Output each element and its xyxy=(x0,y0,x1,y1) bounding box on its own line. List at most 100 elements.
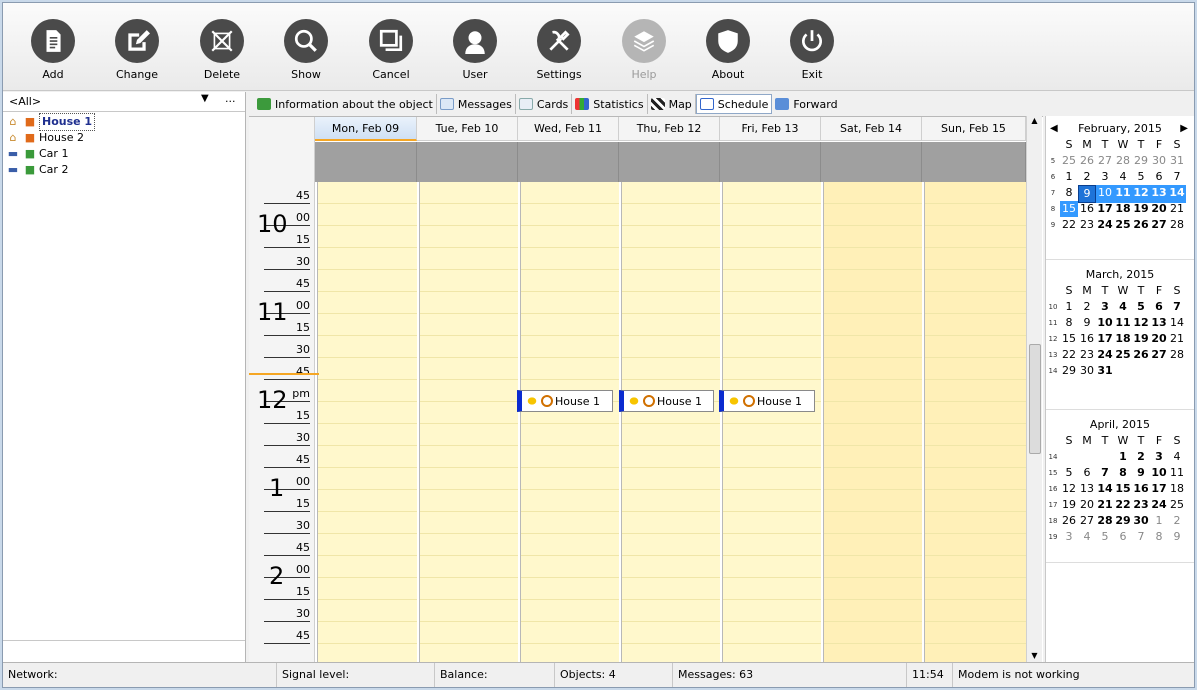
schedule-event[interactable]: House 1 xyxy=(619,390,714,412)
day-column[interactable] xyxy=(821,182,922,662)
delete-icon xyxy=(211,30,233,52)
all-day-area[interactable] xyxy=(922,142,1026,182)
day-header[interactable]: Tue, Feb 10 xyxy=(417,117,518,141)
tools-icon xyxy=(549,30,570,51)
day-column[interactable] xyxy=(922,182,1026,662)
day-column[interactable] xyxy=(518,182,619,662)
forward-arrow-icon xyxy=(775,98,790,110)
add-button[interactable]: Add xyxy=(21,7,85,89)
calendar-week[interactable]: 13 22 23 24 25 26 27 28 xyxy=(1046,347,1194,363)
calendar-week[interactable]: 16 12 13 14 15 16 17 18 xyxy=(1046,481,1194,497)
calendar-title: April, 2015 xyxy=(1089,418,1151,431)
status-signal: Signal level: xyxy=(277,663,435,687)
calendar-week[interactable]: 9 22 23 24 25 26 27 28 xyxy=(1046,217,1194,233)
day-header[interactable]: Wed, Feb 11 xyxy=(518,117,619,141)
car-icon: ▬ xyxy=(7,147,19,160)
calendar-week[interactable]: 18 26 27 28 29 30 1 2 xyxy=(1046,513,1194,529)
dropdown-arrow-icon[interactable]: ▼ xyxy=(201,93,209,104)
help-button[interactable]: Help xyxy=(612,7,676,89)
windows-icon xyxy=(379,29,403,52)
scroll-up-icon[interactable]: ▲ xyxy=(1027,116,1042,128)
calendar-week[interactable]: 19 3 4 5 6 7 8 9 xyxy=(1046,529,1194,545)
tab-cards[interactable]: Cards xyxy=(516,94,573,114)
calendar-title: March, 2015 xyxy=(1085,268,1155,281)
hour-label: 12 xyxy=(257,386,288,414)
day-header[interactable]: Mon, Feb 09 xyxy=(315,117,417,141)
time-label: 45 xyxy=(264,446,310,468)
cancel-button[interactable]: Cancel xyxy=(359,7,423,89)
day-column[interactable] xyxy=(619,182,720,662)
tab-map[interactable]: Map xyxy=(648,94,696,114)
toolbar: Add Change Delete Show Cancel User Setti… xyxy=(3,3,1194,91)
object-filter-value: <All> xyxy=(9,95,42,108)
scrollbar-thumb[interactable] xyxy=(1029,344,1041,454)
filter-more-button[interactable]: ... xyxy=(225,92,236,105)
day-header[interactable]: Sat, Feb 14 xyxy=(821,117,922,141)
show-button[interactable]: Show xyxy=(274,7,338,89)
calendar-week[interactable]: 12 15 16 17 18 19 20 21 xyxy=(1046,331,1194,347)
tab-information[interactable]: Information about the object xyxy=(254,94,437,114)
tab-statistics[interactable]: Statistics xyxy=(572,94,648,114)
change-button[interactable]: Change xyxy=(105,7,169,89)
repeat-icon xyxy=(643,395,655,407)
time-label: 45 xyxy=(264,270,310,292)
exit-button[interactable]: Exit xyxy=(780,7,844,89)
calendar-week[interactable]: 17 19 20 21 22 23 24 25 xyxy=(1046,497,1194,513)
time-ruler: 45 00 15 30 45 00 15 30 45 pm 15 30 45 0… xyxy=(249,182,315,662)
calendar-week[interactable]: 14 1 2 3 4 xyxy=(1046,449,1194,465)
sun-icon xyxy=(627,395,641,407)
house-icon: ⌂ xyxy=(9,131,17,144)
car-icon: ▬ xyxy=(7,163,19,176)
day-header[interactable]: Fri, Feb 13 xyxy=(720,117,821,141)
settings-button[interactable]: Settings xyxy=(527,7,591,89)
bar-chart-icon xyxy=(575,98,590,110)
tree-item-car-2[interactable]: ▬ ■ Car 2 xyxy=(3,162,245,178)
tab-schedule[interactable]: Schedule xyxy=(695,94,773,114)
tree-item-house-2[interactable]: ⌂ ■ House 2 xyxy=(3,130,245,146)
time-label: 30 xyxy=(264,600,310,622)
all-day-area[interactable] xyxy=(315,142,417,182)
object-filter-select[interactable]: <All> ▼ ... xyxy=(3,92,245,112)
lock-icon: ■ xyxy=(24,131,36,144)
day-column[interactable] xyxy=(315,182,417,662)
tab-forward[interactable]: Forward xyxy=(772,94,840,114)
user-icon xyxy=(465,31,485,54)
all-day-area[interactable] xyxy=(518,142,619,182)
schedule-event[interactable]: House 1 xyxy=(719,390,815,412)
calendar-april: April, 2015 SMTWTFS 14 1 2 3 4 15 5 6 7 8 9 10 11 1… xyxy=(1046,416,1194,545)
prev-month-icon[interactable]: ◀ xyxy=(1050,120,1058,138)
user-button[interactable]: User xyxy=(443,7,507,89)
about-button[interactable]: About xyxy=(696,7,760,89)
all-day-area[interactable] xyxy=(619,142,720,182)
calendar-week[interactable]: 14 29 30 31 xyxy=(1046,363,1194,379)
calendar-week[interactable]: 11 8 9 10 11 12 13 14 xyxy=(1046,315,1194,331)
hour-label: 2 xyxy=(269,562,285,590)
schedule-scrollbar[interactable]: ▲ ▼ xyxy=(1026,116,1042,662)
day-column[interactable] xyxy=(720,182,821,662)
schedule-event[interactable]: House 1 xyxy=(517,390,613,412)
calendar-week[interactable]: 5 25 26 27 28 29 30 31 xyxy=(1046,153,1194,169)
day-column[interactable] xyxy=(417,182,518,662)
schedule-corner xyxy=(249,117,315,182)
calendar-week[interactable]: 15 5 6 7 8 9 10 11 xyxy=(1046,465,1194,481)
all-day-area[interactable] xyxy=(821,142,922,182)
tree-item-car-1[interactable]: ▬ ■ Car 1 xyxy=(3,146,245,162)
calendar-week[interactable]: 8 15 16 17 18 19 20 21 xyxy=(1046,201,1194,217)
scroll-down-icon[interactable]: ▼ xyxy=(1027,651,1042,660)
day-header[interactable]: Thu, Feb 12 xyxy=(619,117,720,141)
calendar-week[interactable]: 10 1 2 3 4 5 6 7 xyxy=(1046,299,1194,315)
edit-icon xyxy=(128,30,150,51)
repeat-icon xyxy=(743,395,755,407)
schedule-view[interactable]: Mon, Feb 09 Tue, Feb 10 Wed, Feb 11 Thu,… xyxy=(249,116,1043,662)
status-objects: Objects: 4 xyxy=(555,663,673,687)
all-day-area[interactable] xyxy=(417,142,518,182)
delete-button[interactable]: Delete xyxy=(190,7,254,89)
next-month-icon[interactable]: ▶ xyxy=(1180,120,1188,138)
calendar-week[interactable]: 7 8 9 10 11 12 13 14 xyxy=(1046,185,1194,203)
time-label: 30 xyxy=(264,336,310,358)
calendar-week[interactable]: 61234567 xyxy=(1046,169,1194,185)
all-day-area[interactable] xyxy=(720,142,821,182)
tab-messages[interactable]: Messages xyxy=(437,94,516,114)
tree-item-house-1[interactable]: ⌂ ■ House 1 xyxy=(3,113,245,131)
day-header[interactable]: Sun, Feb 15 xyxy=(922,117,1026,141)
